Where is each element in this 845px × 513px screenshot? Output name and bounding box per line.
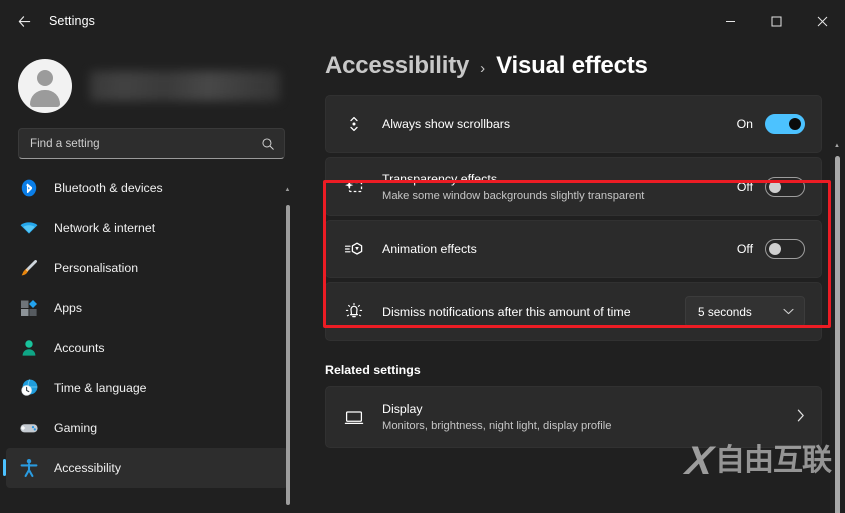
toggle-knob xyxy=(769,180,781,193)
setting-text: Animation effects xyxy=(382,241,737,257)
sidebar-item-accounts[interactable]: Accounts xyxy=(6,328,288,368)
setting-control: Off xyxy=(737,239,805,259)
breadcrumb: Accessibility › Visual effects xyxy=(300,42,845,80)
maximize-button[interactable] xyxy=(753,0,799,42)
apps-icon xyxy=(19,298,39,318)
minimize-icon xyxy=(725,20,735,22)
sidebar-item-time-language[interactable]: Time & language xyxy=(6,368,288,408)
related-subtitle: Monitors, brightness, night light, displ… xyxy=(382,420,612,432)
sidebar-item-bluetooth-devices[interactable]: Bluetooth & devices xyxy=(6,168,288,208)
setting-row-animation-effects[interactable]: Animation effects Off xyxy=(325,220,822,278)
setting-row-dismiss-notifications[interactable]: Dismiss notifications after this amount … xyxy=(325,282,822,341)
transparency-sparkle-icon xyxy=(341,177,367,197)
sidebar-scrollbar[interactable]: ▲ xyxy=(283,187,292,513)
setting-text: Always show scrollbars xyxy=(382,116,737,132)
toggle-knob xyxy=(769,243,781,255)
setting-row-transparency-effects[interactable]: Transparency effects Make some window ba… xyxy=(325,157,822,216)
sidebar-item-label: Time & language xyxy=(54,381,147,395)
settings-window: Settings Find a setting Bluetooth & devi… xyxy=(0,0,845,513)
chevron-down-icon xyxy=(783,307,794,317)
accessibility-person-icon xyxy=(19,458,39,478)
accounts-person-icon xyxy=(19,338,39,358)
sidebar-item-label: Accessibility xyxy=(54,461,121,475)
setting-subtitle: Make some window backgrounds slightly tr… xyxy=(382,189,645,202)
sidebar-item-label: Apps xyxy=(54,301,83,315)
main-scrollbar[interactable]: ▲ xyxy=(832,142,842,513)
wifi-icon xyxy=(19,218,39,238)
scrollbar-thumb[interactable] xyxy=(285,205,290,505)
setting-text: Dismiss notifications after this amount … xyxy=(382,304,685,320)
breadcrumb-separator: › xyxy=(480,60,486,77)
setting-control: 5 seconds xyxy=(685,296,805,327)
dropdown-value: 5 seconds xyxy=(698,304,752,319)
setting-title: Transparency effects xyxy=(382,171,498,186)
sidebar-item-apps[interactable]: Apps xyxy=(6,288,288,328)
toggle-state-label: On xyxy=(736,117,753,131)
page-title: Visual effects xyxy=(496,52,648,79)
toggle-animation-effects[interactable] xyxy=(765,239,805,259)
paintbrush-icon xyxy=(19,258,39,278)
toggle-transparency-effects[interactable] xyxy=(765,176,805,197)
related-item-display[interactable]: Display Monitors, brightness, night ligh… xyxy=(325,386,822,448)
clock-globe-icon xyxy=(19,378,39,398)
sidebar-item-label: Network & internet xyxy=(54,221,156,235)
setting-control: On xyxy=(737,114,805,134)
setting-title: Dismiss notifications after this amount … xyxy=(382,304,631,319)
setting-text: Transparency effects Make some window ba… xyxy=(382,171,737,203)
close-button[interactable] xyxy=(799,0,845,42)
main-content: Accessibility › Visual effects Always sh… xyxy=(300,42,845,513)
gamepad-icon xyxy=(19,418,39,438)
back-arrow-icon xyxy=(18,15,30,27)
close-icon xyxy=(817,16,827,26)
back-button[interactable] xyxy=(7,6,41,36)
avatar-head xyxy=(37,70,53,86)
scrollbar-arrows-icon xyxy=(341,114,367,134)
related-chevron-wrap xyxy=(797,409,805,425)
monitor-icon xyxy=(341,407,367,427)
sidebar-item-label: Personalisation xyxy=(54,261,139,275)
sidebar-item-label: Accounts xyxy=(54,341,105,355)
toggle-state-label: Off xyxy=(736,179,753,194)
search-box[interactable] xyxy=(18,128,285,159)
notification-brightness-icon xyxy=(341,302,367,322)
window-controls xyxy=(707,0,845,42)
avatar-body xyxy=(30,90,60,107)
chevron-right-icon xyxy=(797,409,805,425)
setting-title: Always show scrollbars xyxy=(382,117,511,131)
setting-control: Off xyxy=(736,176,805,197)
setting-title: Animation effects xyxy=(382,242,477,256)
toggle-state-label: Off xyxy=(736,242,753,256)
animation-motion-icon xyxy=(341,239,367,259)
sidebar-item-label: Bluetooth & devices xyxy=(54,181,163,195)
toggle-always-show-scrollbars[interactable] xyxy=(765,114,805,134)
sidebar-nav: Bluetooth & devices Network & internet P… xyxy=(0,168,300,508)
sidebar-item-gaming[interactable]: Gaming xyxy=(6,408,288,448)
settings-list: Always show scrollbars On Transparency e… xyxy=(300,95,845,448)
related-settings-heading: Related settings xyxy=(325,363,421,377)
dropdown-dismiss-time[interactable]: 5 seconds xyxy=(685,296,805,327)
sidebar-item-accessibility[interactable]: Accessibility xyxy=(3,448,288,488)
setting-row-always-show-scrollbars[interactable]: Always show scrollbars On xyxy=(325,95,822,153)
bluetooth-icon xyxy=(19,178,39,198)
scroll-up-arrow-icon[interactable]: ▲ xyxy=(284,187,291,194)
sidebar-item-label: Gaming xyxy=(54,421,98,435)
toggle-knob xyxy=(789,118,801,130)
minimize-button[interactable] xyxy=(707,0,753,42)
account-header[interactable] xyxy=(0,42,300,120)
account-name-redacted xyxy=(90,71,280,101)
search-input[interactable] xyxy=(30,137,261,150)
related-text: Display Monitors, brightness, night ligh… xyxy=(382,401,797,433)
scroll-up-arrow-icon[interactable]: ▲ xyxy=(833,142,841,150)
breadcrumb-parent[interactable]: Accessibility xyxy=(325,52,469,80)
search-icon[interactable] xyxy=(261,137,275,151)
title-bar: Settings xyxy=(0,0,845,42)
sidebar: Bluetooth & devices Network & internet xyxy=(0,42,300,513)
window-title: Settings xyxy=(49,14,95,28)
scrollbar-thumb[interactable] xyxy=(835,156,840,513)
avatar xyxy=(18,59,72,113)
sidebar-item-personalisation[interactable]: Personalisation xyxy=(6,248,288,288)
sidebar-item-network-internet[interactable]: Network & internet xyxy=(6,208,288,248)
maximize-icon xyxy=(771,16,781,26)
related-title: Display xyxy=(382,402,423,416)
